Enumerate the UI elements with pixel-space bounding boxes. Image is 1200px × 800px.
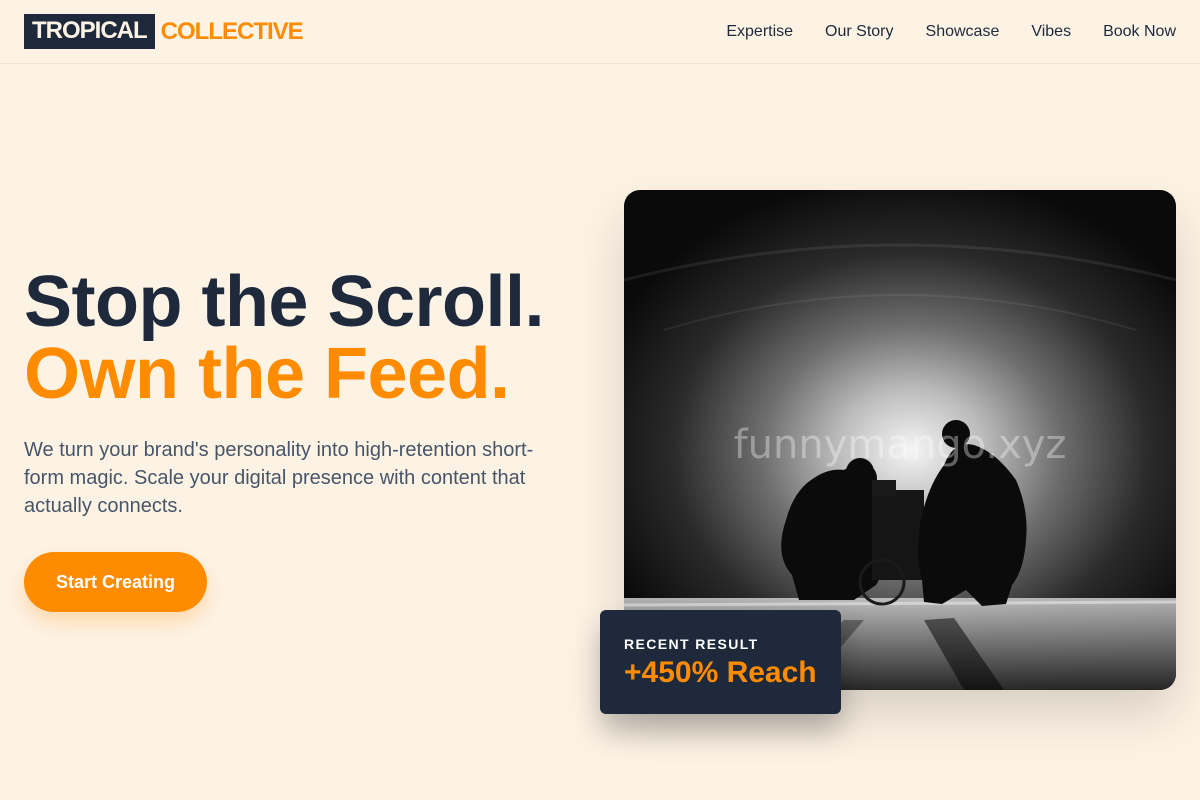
nav-item-expertise[interactable]: Expertise bbox=[726, 23, 793, 41]
start-creating-button[interactable]: Start Creating bbox=[24, 552, 207, 612]
hero-title-line2: Own the Feed. bbox=[24, 334, 510, 414]
hero-title: Stop the Scroll. Own the Feed. bbox=[24, 262, 545, 414]
hero-description: We turn your brand's personality into hi… bbox=[24, 439, 534, 517]
hero-title-line1: Stop the Scroll. bbox=[24, 262, 545, 342]
nav-item-showcase[interactable]: Showcase bbox=[926, 23, 1000, 41]
site-header: TROPICAL COLLECTIVE Expertise Our Story … bbox=[0, 0, 1200, 64]
image-watermark: funnymango.xyz bbox=[733, 422, 1067, 468]
main-nav: Expertise Our Story Showcase Vibes Book … bbox=[726, 23, 1176, 41]
result-label: RECENT RESULT bbox=[624, 636, 759, 652]
nav-item-our-story[interactable]: Our Story bbox=[825, 23, 893, 41]
logo-primary-text: TROPICAL bbox=[24, 14, 155, 49]
nav-item-vibes[interactable]: Vibes bbox=[1031, 23, 1071, 41]
result-value: +450% Reach bbox=[624, 656, 817, 689]
recent-result-card: RECENT RESULT +450% Reach bbox=[600, 610, 841, 714]
logo-accent-text: COLLECTIVE bbox=[160, 17, 304, 45]
brand-logo[interactable]: TROPICAL COLLECTIVE bbox=[24, 14, 304, 49]
nav-item-book-now[interactable]: Book Now bbox=[1103, 23, 1176, 41]
